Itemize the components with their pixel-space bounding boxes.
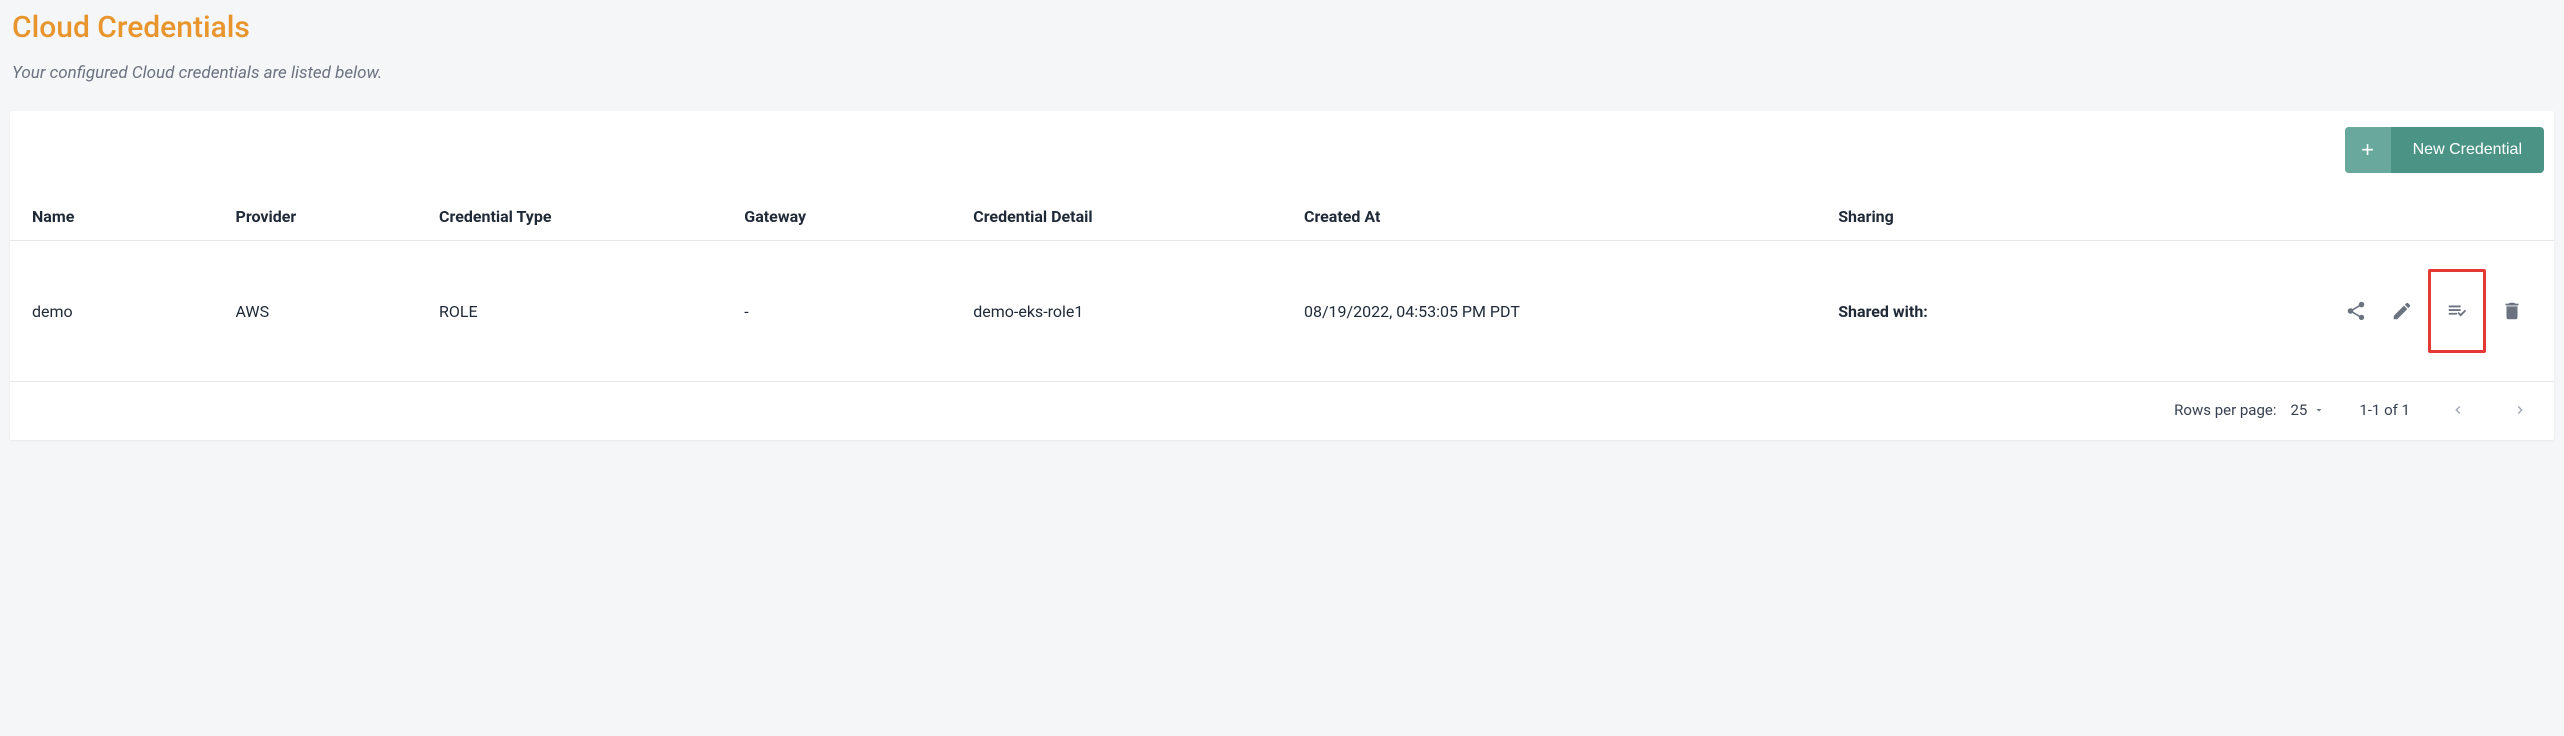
page-title: Cloud Credentials: [12, 10, 2554, 45]
col-header-gateway: Gateway: [722, 193, 951, 241]
share-button[interactable]: [2336, 291, 2376, 331]
col-header-sharing: Sharing: [1816, 193, 2172, 241]
col-header-name: Name: [10, 193, 214, 241]
validate-button[interactable]: [2437, 291, 2477, 331]
edit-button[interactable]: [2382, 291, 2422, 331]
credentials-table: Name Provider Credential Type Gateway Cr…: [10, 193, 2554, 382]
col-header-actions: [2172, 193, 2554, 241]
trash-icon: [2501, 300, 2523, 322]
prev-page-button[interactable]: [2444, 396, 2472, 424]
pagination-range: 1-1 of 1: [2359, 401, 2410, 419]
rows-per-page-select[interactable]: 25: [2290, 401, 2325, 419]
chevron-right-icon: [2512, 402, 2528, 418]
next-page-button[interactable]: [2506, 396, 2534, 424]
col-header-created-at: Created At: [1282, 193, 1816, 241]
delete-button[interactable]: [2492, 291, 2532, 331]
pencil-icon: [2391, 300, 2413, 322]
rows-per-page-label: Rows per page:: [2174, 401, 2276, 419]
cell-credential-detail: demo-eks-role1: [951, 241, 1282, 382]
col-header-provider: Provider: [214, 193, 418, 241]
toolbar: + New Credential: [10, 111, 2554, 193]
cell-name: demo: [10, 241, 214, 382]
pagination: Rows per page: 25 1-1 of 1: [10, 382, 2554, 432]
rows-per-page-group: Rows per page: 25: [2174, 401, 2325, 419]
share-icon: [2345, 300, 2367, 322]
cell-provider: AWS: [214, 241, 418, 382]
new-credential-button[interactable]: + New Credential: [2345, 127, 2544, 173]
cell-created-at: 08/19/2022, 04:53:05 PM PDT: [1282, 241, 1816, 382]
validate-highlight: [2428, 269, 2486, 353]
col-header-credential-type: Credential Type: [417, 193, 722, 241]
chevron-left-icon: [2450, 402, 2466, 418]
chevron-down-icon: [2313, 404, 2325, 416]
plus-icon: +: [2345, 127, 2391, 173]
rows-per-page-value: 25: [2290, 401, 2307, 419]
cell-gateway: -: [722, 241, 951, 382]
playlist-check-icon: [2446, 300, 2468, 322]
cell-actions: [2172, 241, 2554, 382]
page-subtitle: Your configured Cloud credentials are li…: [12, 63, 2554, 83]
credentials-card: + New Credential Name Provider Credentia…: [10, 111, 2554, 440]
new-credential-label: New Credential: [2391, 127, 2544, 173]
col-header-credential-detail: Credential Detail: [951, 193, 1282, 241]
table-row: demo AWS ROLE - demo-eks-role1 08/19/202…: [10, 241, 2554, 382]
cell-credential-type: ROLE: [417, 241, 722, 382]
cell-sharing: Shared with:: [1816, 241, 2172, 382]
